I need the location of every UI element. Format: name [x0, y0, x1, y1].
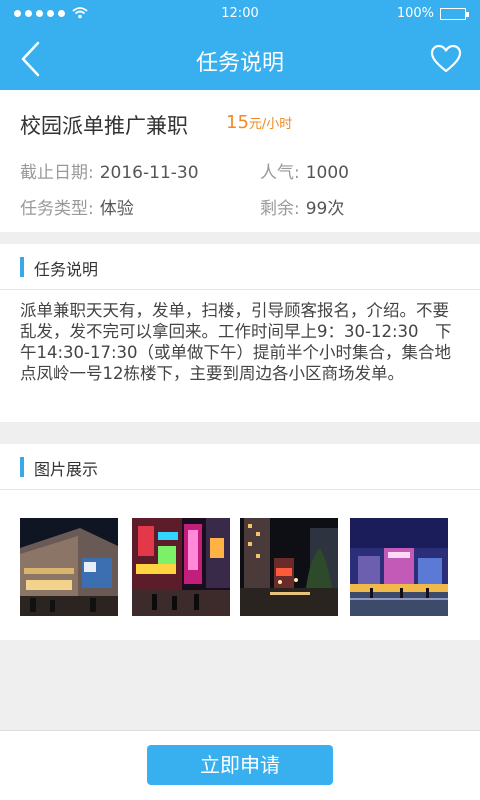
deadline-row: 截止日期: 2016-11-30	[20, 158, 199, 183]
favorite-button[interactable]	[430, 44, 462, 74]
description-section: 任务说明 派单兼职天天有，发单，扫楼，引导顾客报名，介绍。不要乱发，发不完可以拿…	[0, 244, 480, 422]
section-header: 任务说明	[0, 244, 480, 290]
type-row: 任务类型: 体验	[20, 194, 134, 219]
type-value: 体验	[99, 199, 134, 219]
remaining-label: 剩余:	[260, 199, 300, 219]
popularity-label: 人气:	[260, 163, 300, 183]
bottom-bar: 立即申请	[0, 730, 480, 800]
photo-gallery	[20, 518, 460, 616]
description-text: 派单兼职天天有，发单，扫楼，引导顾客报名，介绍。不要乱发，发不完可以拿回来。工作…	[20, 301, 452, 383]
gallery-photo[interactable]	[132, 518, 230, 616]
gallery-photo[interactable]	[20, 518, 118, 616]
section-header: 图片展示	[0, 444, 480, 490]
nav-bar: 任务说明	[0, 28, 480, 90]
popularity-value: 1000	[305, 163, 349, 183]
gallery-section: 图片展示	[0, 444, 480, 640]
gallery-photo[interactable]	[240, 518, 338, 616]
section-title: 图片展示	[34, 460, 99, 479]
salary-unit: 元/小时	[248, 117, 293, 132]
remaining-value: 99次	[305, 199, 345, 219]
heart-icon	[430, 44, 462, 73]
deadline-value: 2016-11-30	[99, 163, 199, 183]
remaining-row: 剩余: 99次	[260, 194, 344, 219]
popularity-row: 人气: 1000	[260, 158, 349, 183]
apply-button[interactable]: 立即申请	[147, 745, 333, 785]
gallery-photo[interactable]	[350, 518, 448, 616]
status-bar: 12:00 100%	[0, 0, 480, 28]
battery-percent: 100%	[396, 6, 434, 21]
job-title: 校园派单推广兼职	[20, 114, 188, 138]
salary: 15元/小时	[226, 112, 292, 133]
job-info-card: 校园派单推广兼职 15元/小时 截止日期: 2016-11-30 人气: 1000 …	[0, 90, 480, 232]
type-label: 任务类型:	[20, 199, 94, 219]
page-title: 任务说明	[195, 51, 284, 76]
section-title: 任务说明	[34, 260, 99, 279]
salary-amount: 15	[226, 112, 249, 133]
top-bar: 12:00 100% 任务说明	[0, 0, 480, 90]
deadline-label: 截止日期:	[20, 163, 94, 183]
battery-icon	[440, 7, 469, 20]
